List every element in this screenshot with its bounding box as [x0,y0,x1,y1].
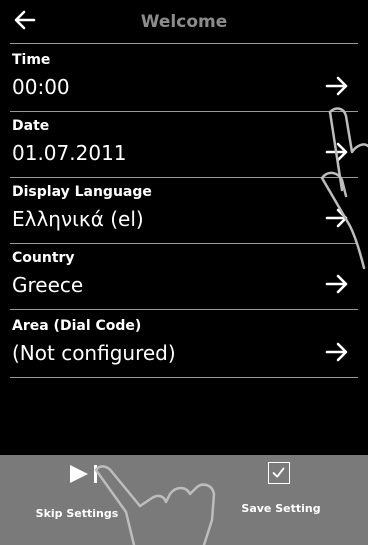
setting-row-display-language[interactable]: Display Language Ελληνικά (el) [0,177,368,244]
setting-label: Date [12,118,50,134]
page-title: Welcome [140,12,228,32]
setting-row-country[interactable]: Country Greece [0,243,368,310]
arrow-right-icon[interactable] [324,207,350,229]
setting-label: Time [12,52,51,68]
save-setting-button[interactable]: Save Setting [184,455,368,545]
skip-settings-button[interactable]: Skip Settings [0,455,184,545]
play-skip-icon [70,465,97,483]
setting-label: Area (Dial Code) [12,318,142,334]
row-divider [10,309,358,310]
setting-row-date[interactable]: Date 01.07.2011 [0,111,368,178]
setting-label: Country [12,250,75,266]
skip-settings-label: Skip Settings [35,507,119,520]
title-bar: Welcome [0,0,368,44]
arrow-right-icon[interactable] [324,75,350,97]
title-divider [10,43,358,44]
checkbox-check-icon [268,462,290,484]
setting-value: 00:00 [12,75,70,99]
save-setting-label: Save Setting [241,502,321,515]
setting-label: Display Language [12,184,152,200]
row-divider [10,377,358,378]
bottom-action-bar: Skip Settings Save Setting [0,455,368,545]
setting-row-area-code[interactable]: Area (Dial Code) (Not configured) [0,311,368,378]
setting-value: Greece [12,273,84,297]
setting-row-time[interactable]: Time 00:00 [0,45,368,112]
setting-value: (Not configured) [12,341,176,365]
arrow-right-icon[interactable] [324,273,350,295]
setting-value: Ελληνικά (el) [12,207,144,231]
setting-value: 01.07.2011 [12,141,127,165]
arrow-right-icon[interactable] [324,141,350,163]
arrow-right-icon[interactable] [324,341,350,363]
